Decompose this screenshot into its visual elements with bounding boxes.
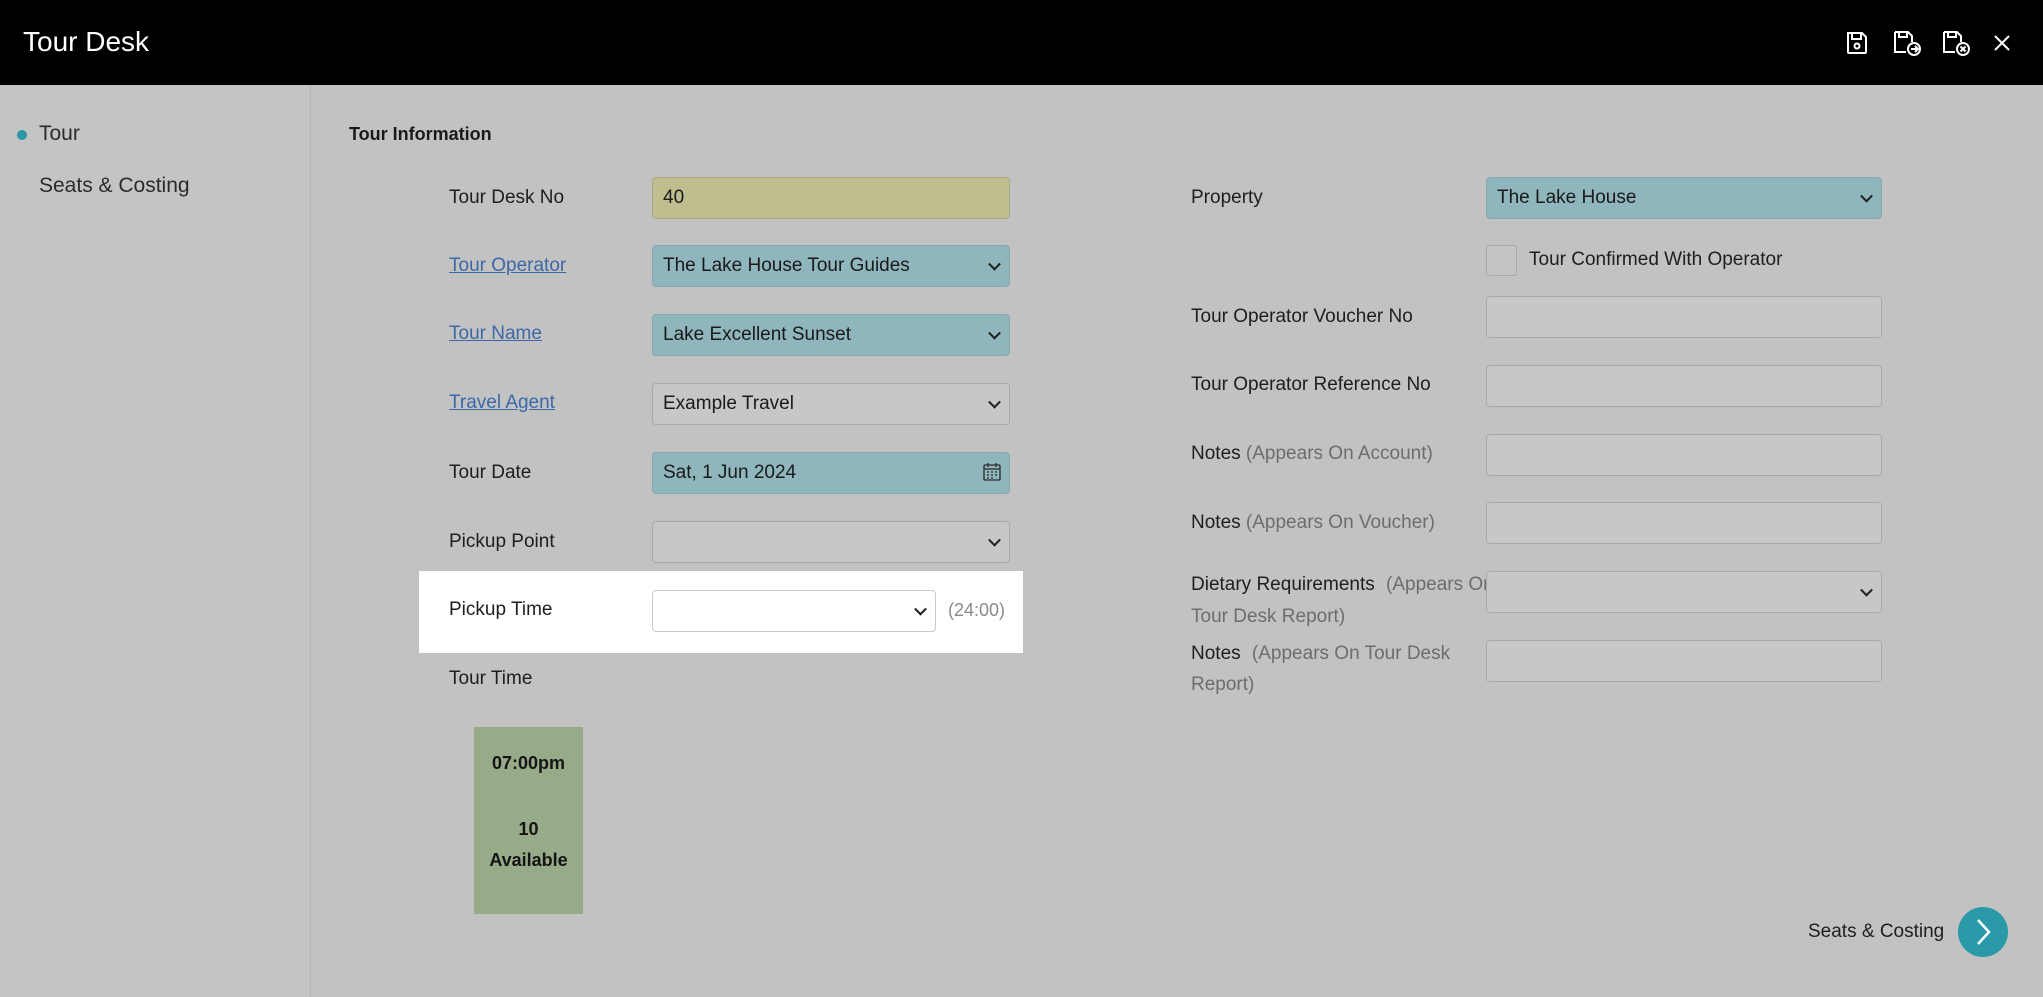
travel-agent-select[interactable]: Example Travel — [652, 383, 1010, 425]
notes-report-sub1: (Appears On Tour Desk — [1251, 643, 1451, 664]
tour-date-field[interactable]: Sat, 1 Jun 2024 — [652, 452, 1010, 494]
sidebar-item-tour[interactable]: Tour — [39, 122, 80, 146]
voucher-no-label: Tour Operator Voucher No — [1191, 306, 1413, 327]
tour-desk-no-field: 40 — [652, 177, 1010, 219]
tour-operator-link[interactable]: Tour Operator — [449, 255, 566, 277]
close-icon[interactable] — [1986, 27, 2018, 59]
notes-voucher-sub: (Appears On Voucher) — [1245, 512, 1435, 533]
next-section-label[interactable]: Seats & Costing — [1808, 921, 1944, 943]
slot-count: 10 — [518, 819, 539, 839]
property-select[interactable]: The Lake House — [1486, 177, 1882, 219]
tour-time-label: Tour Time — [449, 668, 533, 689]
tour-desk-no-label: Tour Desk No — [449, 187, 565, 208]
notes-report-label: Notes (Appears On Tour Desk — [1191, 643, 1450, 665]
reference-no-label: Tour Operator Reference No — [1191, 374, 1431, 395]
dietary-select[interactable] — [1486, 571, 1882, 613]
chevron-down-icon — [914, 602, 927, 616]
active-indicator — [17, 130, 27, 140]
calendar-icon[interactable] — [982, 462, 1002, 488]
notes-report-sub2: Report) — [1191, 674, 1255, 695]
save-icon[interactable] — [1841, 27, 1873, 59]
tour-desk-no-value: 40 — [663, 187, 685, 208]
tour-confirmed-checkbox[interactable] — [1486, 245, 1517, 276]
notes-voucher-label: Notes (Appears On Voucher) — [1191, 512, 1435, 534]
pickup-point-select[interactable] — [652, 521, 1010, 563]
chevron-down-icon — [988, 257, 1001, 271]
tour-operator-select[interactable]: The Lake House Tour Guides — [652, 245, 1010, 287]
property-value: The Lake House — [1497, 187, 1637, 208]
notes-voucher-title: Notes — [1191, 512, 1241, 533]
notes-account-input[interactable] — [1486, 434, 1882, 476]
section-title: Tour Information — [349, 124, 492, 144]
slot-status: Available — [489, 850, 568, 870]
chevron-down-icon — [988, 326, 1001, 340]
chevron-down-icon — [988, 395, 1001, 409]
notes-account-sub: (Appears On Account) — [1245, 443, 1433, 464]
window-title: Tour Desk — [23, 26, 150, 57]
tour-date-value: Sat, 1 Jun 2024 — [663, 462, 797, 483]
travel-agent-value: Example Travel — [663, 393, 794, 414]
voucher-no-input[interactable] — [1486, 296, 1882, 338]
tour-name-value: Lake Excellent Sunset — [663, 324, 852, 345]
save-and-close-icon[interactable] — [1940, 27, 1972, 59]
tour-date-label: Tour Date — [449, 462, 532, 483]
save-and-new-icon[interactable] — [1891, 27, 1923, 59]
chevron-down-icon — [1860, 189, 1873, 203]
dietary-sub2: Tour Desk Report) — [1191, 606, 1346, 627]
sidebar-item-seats-costing[interactable]: Seats & Costing — [39, 174, 190, 198]
window-header: Tour Desk — [0, 0, 2043, 85]
property-label: Property — [1191, 187, 1263, 208]
reference-no-input[interactable] — [1486, 365, 1882, 407]
dietary-title: Dietary Requirements — [1191, 574, 1375, 595]
pickup-point-label: Pickup Point — [449, 531, 555, 552]
notes-account-label: Notes (Appears On Account) — [1191, 443, 1433, 465]
tour-confirmed-label: Tour Confirmed With Operator — [1529, 249, 1783, 270]
chevron-down-icon — [1860, 583, 1873, 597]
tour-time-slot[interactable]: 07:00pm 10 Available — [474, 727, 583, 914]
notes-voucher-input[interactable] — [1486, 502, 1882, 544]
pickup-time-select[interactable] — [652, 590, 936, 632]
notes-report-title: Notes — [1191, 643, 1241, 664]
travel-agent-link[interactable]: Travel Agent — [449, 392, 555, 414]
tour-operator-value: The Lake House Tour Guides — [663, 255, 910, 276]
notes-report-input[interactable] — [1486, 640, 1882, 682]
pickup-time-label: Pickup Time — [449, 599, 553, 620]
dietary-label: Dietary Requirements (Appears On — [1191, 574, 1494, 596]
tour-name-select[interactable]: Lake Excellent Sunset — [652, 314, 1010, 356]
notes-account-title: Notes — [1191, 443, 1241, 464]
pickup-time-hint: (24:00) — [948, 600, 1006, 620]
dietary-sub1: (Appears On — [1386, 574, 1494, 595]
sidebar — [0, 85, 311, 997]
chevron-right-icon — [1977, 919, 1991, 945]
chevron-down-icon — [988, 533, 1001, 547]
slot-time: 07:00pm — [491, 753, 566, 773]
next-button[interactable] — [1958, 907, 2008, 957]
tour-name-link[interactable]: Tour Name — [449, 323, 542, 345]
